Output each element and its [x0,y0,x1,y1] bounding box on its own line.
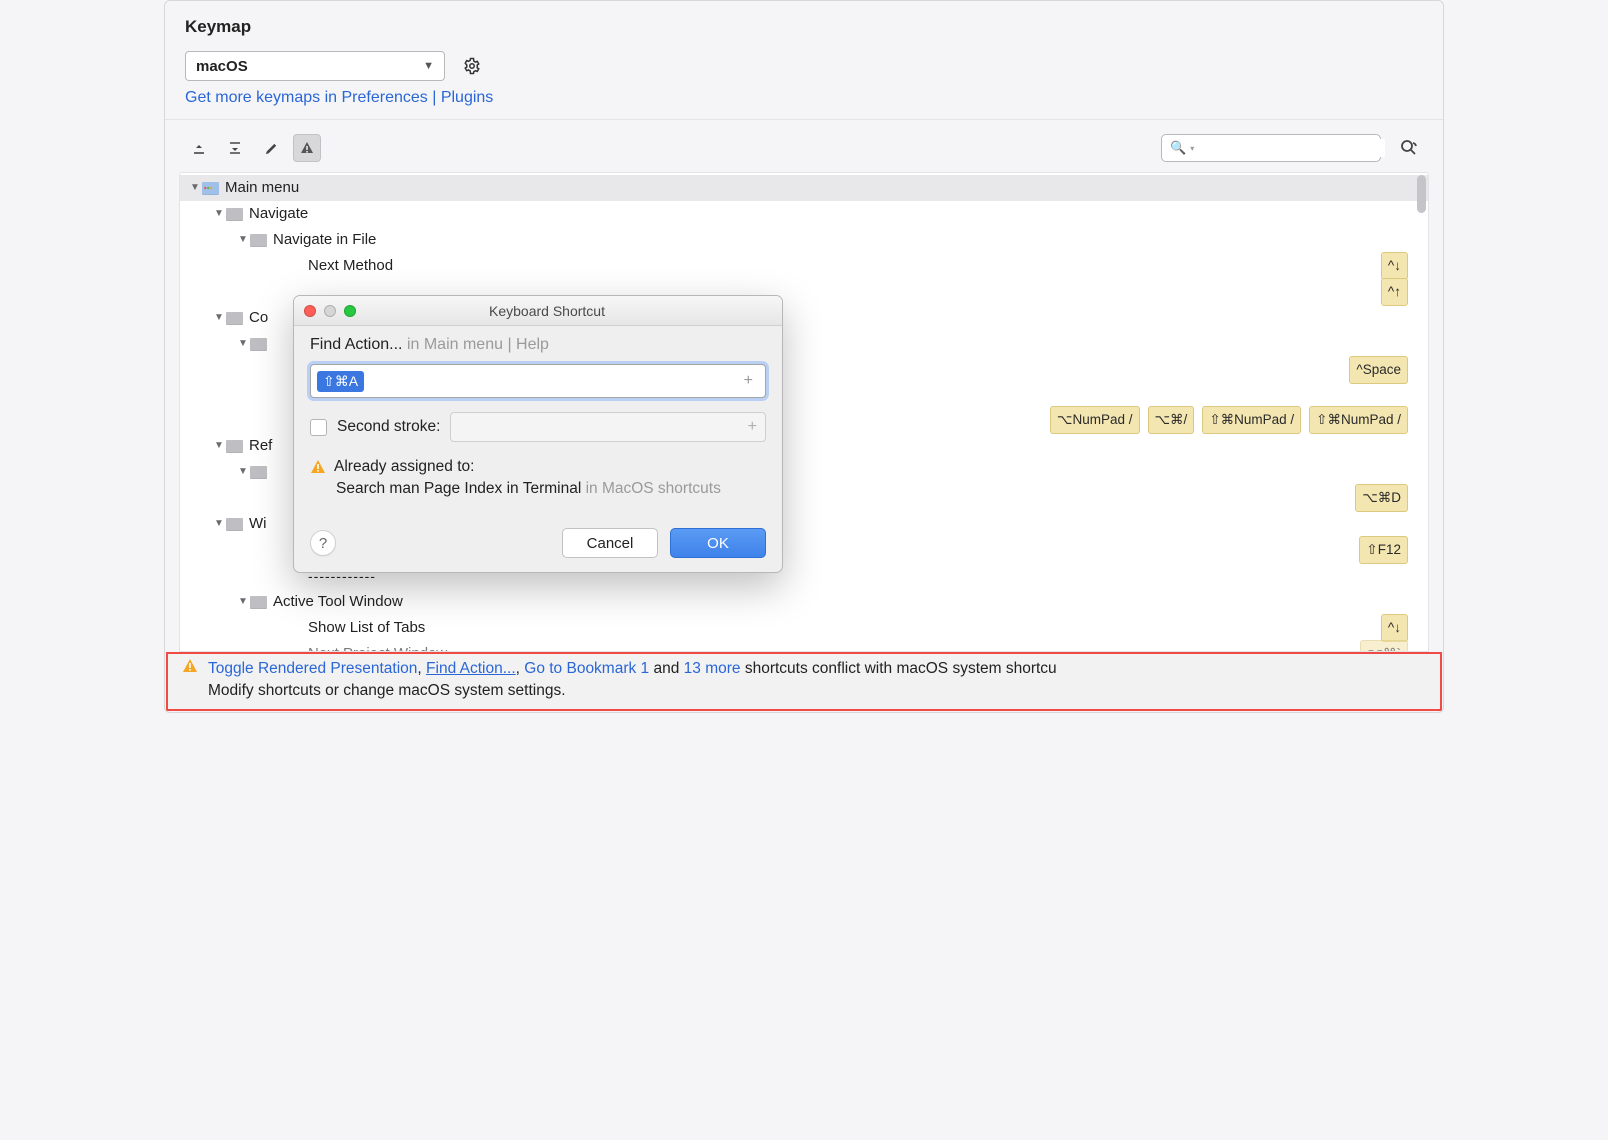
plus-icon: + [740,418,765,436]
expand-all-button[interactable] [185,134,213,162]
chevron-down-icon: ▼ [212,433,226,459]
shortcut-badge: ^↓ [1381,614,1408,642]
folder-icon [250,338,267,351]
shortcut-badge: ⌥⌘D [1355,484,1408,512]
keymap-toolbar: 🔍 ▾ [165,128,1443,168]
chevron-down-icon: ▼ [236,331,250,357]
keymap-selector-row: macOS ▼ [165,51,1443,89]
chevron-down-icon: ▼ [212,305,226,331]
chevron-down-icon: ▼ [236,459,250,485]
tree-row-navigate[interactable]: ▼ Navigate [180,201,1428,227]
chevron-down-icon: ▾ [1190,144,1194,153]
first-stroke-input[interactable]: ⇧⌘A + [310,364,766,398]
shortcut-badge: ⇧F12 [1359,536,1408,564]
dialog-title: Keyboard Shortcut [322,303,772,319]
action-breadcrumb: Find Action... in Main menu | Help [310,336,766,354]
tree-label: Active Tool Window [273,589,403,615]
tree-label: Navigate [249,201,308,227]
folder-icon [202,182,219,195]
gear-icon[interactable] [461,55,483,77]
first-stroke-value: ⇧⌘A [317,371,364,392]
chevron-down-icon: ▼ [236,589,250,615]
shortcut-badge: ^↑ [1381,278,1408,306]
tree-label: Main menu [225,175,299,201]
folder-icon [250,596,267,609]
scrollbar[interactable] [1417,175,1426,213]
ok-button[interactable]: OK [670,528,766,558]
banner-link-find-action[interactable]: Find Action... [426,660,516,677]
banner-link[interactable]: Toggle Rendered Presentation [208,660,417,677]
collapse-all-button[interactable] [221,134,249,162]
tree-row-next-project-window[interactable]: Next Project Window ⌥⌘` [180,641,1428,652]
folder-icon [250,466,267,479]
tree-label: Ref [249,433,272,459]
keyboard-shortcut-dialog: Keyboard Shortcut Find Action... in Main… [293,295,783,573]
keymap-select-value: macOS [196,58,248,75]
tree-label: Next Project Window [308,641,447,652]
chevron-down-icon: ▼ [212,511,226,537]
folder-icon [226,440,243,453]
folder-icon [226,518,243,531]
second-stroke-input: + [450,412,766,442]
banner-link-more[interactable]: 13 more [684,660,741,677]
tree-row-main-menu[interactable]: ▼ Main menu [180,175,1428,201]
chevron-down-icon: ▼ [236,227,250,253]
already-assigned-block: Already assigned to: Search man Page Ind… [310,458,766,498]
tree-row-navigate-in-file[interactable]: ▼ Navigate in File [180,227,1428,253]
banner-line2: Modify shortcuts or change macOS system … [208,682,566,699]
show-conflicts-button[interactable] [293,134,321,162]
find-shortcut-button[interactable] [1395,134,1423,162]
search-input[interactable]: 🔍 ▾ [1161,134,1381,162]
search-field[interactable] [1200,139,1385,157]
banner-text: Toggle Rendered Presentation, Find Actio… [208,658,1057,703]
folder-icon [250,234,267,247]
second-stroke-label: Second stroke: [337,418,440,436]
tree-label: Wi [249,511,267,537]
page-title: Keymap [165,13,1443,51]
keymap-select[interactable]: macOS ▼ [185,51,445,81]
warning-icon [310,459,326,475]
dialog-titlebar[interactable]: Keyboard Shortcut [294,296,782,326]
banner-link[interactable]: Go to Bookmark 1 [524,660,649,677]
help-button[interactable]: ? [310,530,336,556]
shortcut-badge: ⇧⌘NumPad / [1202,406,1301,434]
preferences-window: Keymap macOS ▼ Get more keymaps in Prefe… [164,0,1444,713]
warning-icon [182,658,200,674]
conflict-banner: Toggle Rendered Presentation, Find Actio… [166,652,1442,711]
folder-icon [226,208,243,221]
folder-icon [226,312,243,325]
shortcut-badge: ⇧⌘NumPad / [1309,406,1408,434]
chevron-down-icon: ▼ [188,175,202,201]
tree-label: Next Method [308,253,393,279]
tree-label: Co [249,305,268,331]
plus-icon[interactable]: + [736,372,761,390]
divider [165,119,1443,120]
tree-label: Navigate in File [273,227,376,253]
tree-label: Show List of Tabs [308,615,425,641]
shortcut-badge: ⌥⌘` [1360,640,1408,652]
chevron-down-icon: ▼ [212,201,226,227]
search-icon: 🔍 [1170,140,1186,156]
more-keymaps-link[interactable]: Get more keymaps in Preferences | Plugin… [165,89,513,119]
shortcut-badge: ⌥⌘/ [1148,406,1195,434]
tree-row-active-tool-window[interactable]: ▼ Active Tool Window [180,589,1428,615]
shortcut-badge: ^Space [1349,356,1408,384]
cancel-button[interactable]: Cancel [562,528,658,558]
second-stroke-checkbox[interactable] [310,419,327,436]
chevron-down-icon: ▼ [423,60,434,72]
tree-row-next-method[interactable]: Next Method ^↓ [180,253,1428,279]
edit-icon[interactable] [257,134,285,162]
tree-row-show-list-of-tabs[interactable]: Show List of Tabs ^↓ [180,615,1428,641]
shortcut-badge: ^↓ [1381,252,1408,280]
shortcut-badge: ⌥NumPad / [1050,406,1140,434]
close-icon[interactable] [304,305,316,317]
